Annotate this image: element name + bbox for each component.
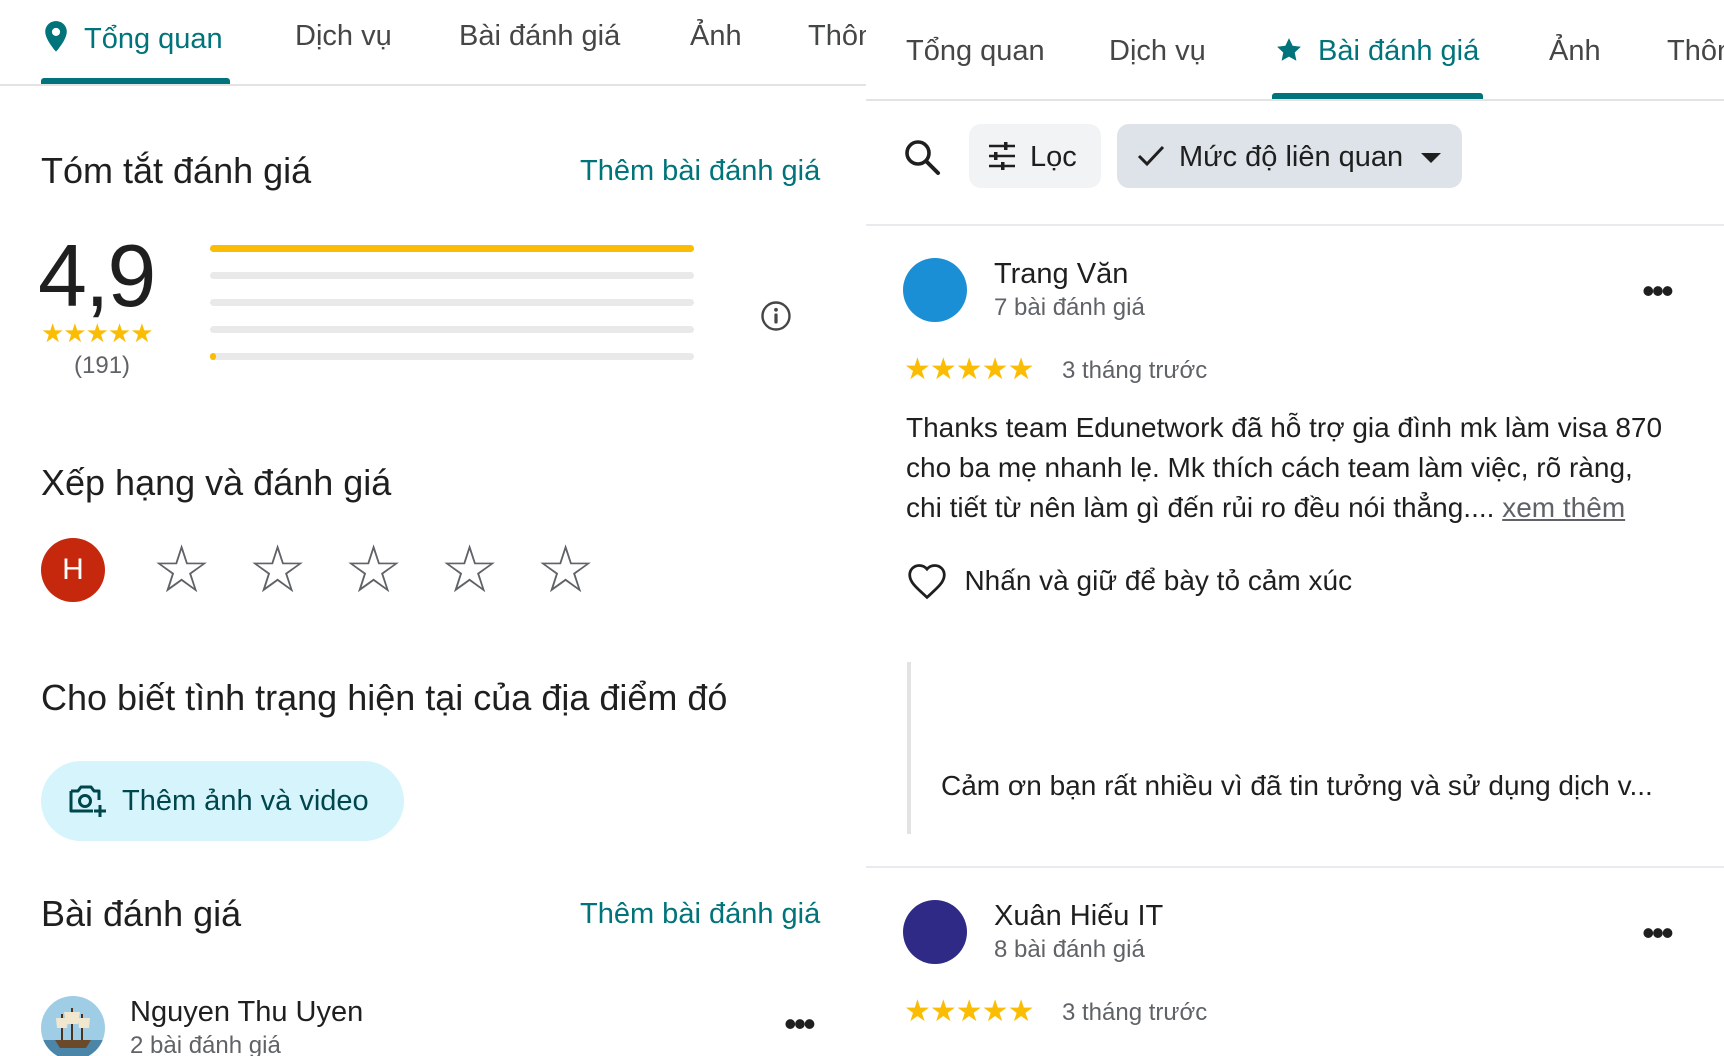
location-pin-icon [45, 21, 67, 52]
reviewer-avatar[interactable] [903, 258, 967, 322]
tab-reviews[interactable]: Bài đánh giá [1274, 35, 1479, 68]
search-icon[interactable] [902, 137, 942, 177]
review-text: Thanks team Edunetwork đã hỗ trợ gia đìn… [906, 408, 1662, 528]
active-tab-indicator [41, 78, 230, 84]
react-label: Nhấn và giữ để bày tỏ cảm xúc [964, 565, 1353, 596]
rating-bar-1 [210, 353, 694, 360]
owner-reply-text[interactable]: Cảm ơn bạn rất nhiều vì đã tin tưởng và … [941, 770, 1653, 802]
sort-dropdown[interactable]: Mức độ liên quan [1117, 124, 1462, 188]
tab-services[interactable]: Dịch vụ [295, 20, 392, 53]
chevron-down-icon [1421, 153, 1441, 163]
review-stars: ★★★★★ [904, 353, 1034, 386]
more-options-icon[interactable]: ••• [1642, 273, 1674, 309]
rating-bar-4 [210, 272, 694, 279]
reviews-panel: Tổng quan Dịch vụ Bài đánh giá Ảnh Thôn … [866, 0, 1724, 1056]
ship-avatar-image [41, 1008, 105, 1056]
rate-and-review-title: Xếp hạng và đánh giá [41, 462, 392, 503]
review-count: (191) [74, 352, 131, 379]
reviewer-review-count: 2 bài đánh giá [130, 1032, 281, 1056]
rating-bar-5 [210, 245, 694, 252]
user-avatar: H [41, 538, 105, 602]
review-text-line: chi tiết từ nên làm gì đến rủi ro đều nó… [906, 488, 1662, 528]
reviewer-name[interactable]: Xuân Hiếu IT [994, 900, 1163, 933]
tab-about[interactable]: Thôn [1667, 35, 1724, 68]
add-review-link-2[interactable]: Thêm bài đánh giá [580, 898, 820, 931]
star-icon [1277, 38, 1301, 61]
tab-photos[interactable]: Ảnh [1549, 35, 1601, 68]
average-rating-stars: ★★★★★ [41, 318, 154, 348]
left-tab-bar: Tổng quan Dịch vụ Bài đánh giá Ảnh Thôn [0, 0, 866, 86]
rate-2-star[interactable]: ☆ [248, 532, 344, 606]
tab-reviews[interactable]: Bài đánh giá [459, 20, 620, 53]
rate-1-star[interactable]: ☆ [152, 532, 248, 606]
divider [866, 224, 1724, 226]
user-avatar-letter: H [62, 553, 84, 586]
check-icon [1137, 145, 1165, 167]
rating-bar-fill [210, 245, 694, 252]
review-time: 3 tháng trước [1062, 357, 1208, 384]
tab-overview[interactable]: Tổng quan [42, 20, 223, 56]
active-tab-indicator [1272, 93, 1483, 99]
right-tab-bar: Tổng quan Dịch vụ Bài đánh giá Ảnh Thôn [866, 0, 1724, 101]
tab-reviews-label: Bài đánh giá [1318, 35, 1480, 67]
see-more-link[interactable]: xem thêm [1502, 492, 1625, 523]
tab-services[interactable]: Dịch vụ [1109, 35, 1206, 68]
add-review-link[interactable]: Thêm bài đánh giá [580, 155, 820, 188]
add-photo-icon [69, 785, 106, 817]
add-photos-videos-button[interactable]: Thêm ảnh và video [41, 761, 404, 841]
add-photos-videos-label: Thêm ảnh và video [122, 785, 369, 817]
tab-about[interactable]: Thôn [808, 20, 866, 53]
more-options-icon[interactable]: ••• [784, 1006, 816, 1042]
reviewer-avatar[interactable] [41, 996, 105, 1056]
more-options-icon[interactable]: ••• [1642, 915, 1674, 951]
reviewer-avatar[interactable] [903, 900, 967, 964]
info-icon[interactable] [760, 300, 792, 332]
owner-reply: Cảm ơn bạn rất nhiều vì đã tin tưởng và … [907, 662, 1671, 834]
filter-icon [989, 142, 1015, 170]
review-time: 3 tháng trước [1062, 999, 1208, 1026]
review-text-line: Thanks team Edunetwork đã hỗ trợ gia đìn… [906, 412, 1663, 443]
current-status-title: Cho biết tình trạng hiện tại của địa điể… [41, 677, 728, 718]
review-stars: ★★★★★ [904, 995, 1034, 1028]
star-rating-input[interactable]: ☆ ☆ ☆ ☆ ☆ [152, 532, 602, 606]
rating-bar-fill [210, 353, 216, 360]
tab-overview-label: Tổng quan [84, 23, 223, 55]
reviewer-review-count: 7 bài đánh giá [994, 294, 1145, 321]
reviewer-name[interactable]: Nguyen Thu Uyen [130, 996, 363, 1029]
tab-photos[interactable]: Ảnh [690, 20, 742, 53]
sort-label: Mức độ liên quan [1179, 141, 1404, 173]
rate-4-star[interactable]: ☆ [440, 532, 536, 606]
divider [866, 866, 1724, 868]
rating-bar-2 [210, 326, 694, 333]
react-button[interactable]: Nhấn và giữ để bày tỏ cảm xúc [906, 562, 1352, 606]
filter-chip[interactable]: Lọc [969, 124, 1101, 188]
reviewer-name[interactable]: Trang Văn [994, 258, 1128, 291]
filter-label: Lọc [1030, 141, 1077, 173]
reviews-section-title: Bài đánh giá [41, 893, 242, 934]
review-text-line: cho ba mẹ nhanh lẹ. Mk thích cách team l… [906, 452, 1633, 483]
review-text-line-3: chi tiết từ nên làm gì đến rủi ro đều nó… [906, 492, 1495, 523]
rating-bar-3 [210, 299, 694, 306]
reviewer-review-count: 8 bài đánh giá [994, 936, 1145, 963]
rate-3-star[interactable]: ☆ [344, 532, 440, 606]
rate-5-star[interactable]: ☆ [536, 532, 602, 606]
heart-icon [908, 564, 946, 600]
tab-overview[interactable]: Tổng quan [906, 35, 1045, 68]
review-summary-title: Tóm tắt đánh giá [41, 150, 312, 191]
average-rating: 4,9 [38, 226, 156, 325]
overview-panel: Tổng quan Dịch vụ Bài đánh giá Ảnh Thôn … [0, 0, 866, 1056]
